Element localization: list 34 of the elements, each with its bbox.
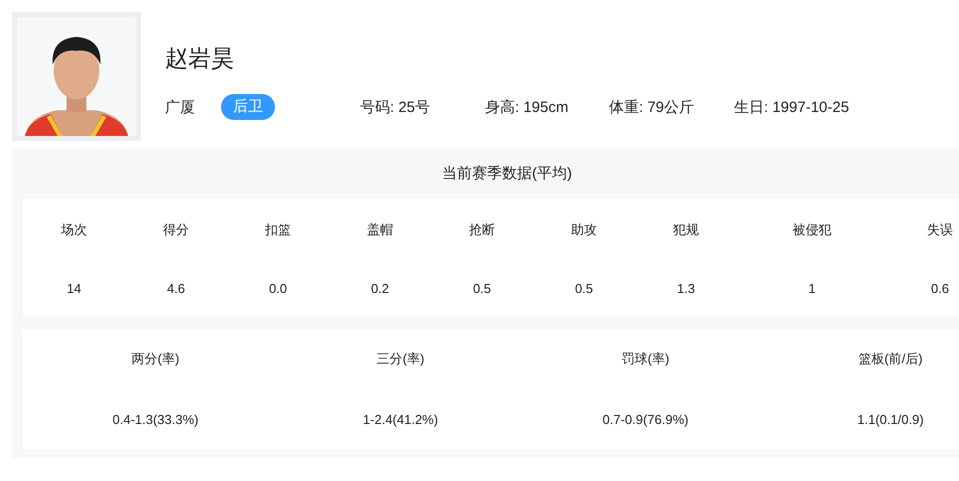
stat-value: 0.6 [930,280,950,296]
stat-label: 助攻 [571,221,597,239]
stat-value: 1 [808,280,816,296]
stat-value: 0.2 [370,280,390,296]
stat-label: 抢断 [469,221,495,239]
stat-value: 14 [66,280,82,296]
player-detail: 号码: 25号 [360,98,432,116]
stat-label: 篮板(前/后) [858,350,923,368]
stat-value: 0.5 [472,280,492,296]
stat-value: 1.1(0.1/0.9) [857,412,924,426]
stat-label: 罚球(率) [622,350,670,368]
position-badge: 后卫 [221,94,275,120]
stat-label: 得分 [163,221,189,239]
player-detail: 生日: 1997-10-25 [734,98,850,116]
stat-value: 0.4-1.3(33.3%) [112,412,198,426]
panel-title: 当前赛季数据(平均) [441,164,573,184]
stat-value: 1-2.4(41.2%) [362,412,438,426]
stat-label: 犯规 [673,221,699,239]
stat-value: 4.6 [166,280,186,296]
stat-value: 1.3 [676,280,696,296]
stat-label: 扣篮 [265,221,291,239]
player-name: 赵岩昊 [165,44,235,72]
stat-label: 两分(率) [132,350,180,368]
stat-label: 场次 [61,221,87,239]
stat-value: 0.0 [268,280,288,296]
player-detail: 身高: 195cm [485,98,570,116]
team-name: 广厦 [165,98,196,116]
stat-label: 三分(率) [376,350,424,368]
stat-value: 0.7-0.9(76.9%) [602,412,688,426]
stat-value: 0.5 [574,280,594,296]
stat-label: 盖帽 [367,221,393,239]
player-detail: 体重: 79公斤 [609,98,696,116]
stat-label: 失误 [927,221,953,239]
stat-label: 被侵犯 [792,221,832,239]
